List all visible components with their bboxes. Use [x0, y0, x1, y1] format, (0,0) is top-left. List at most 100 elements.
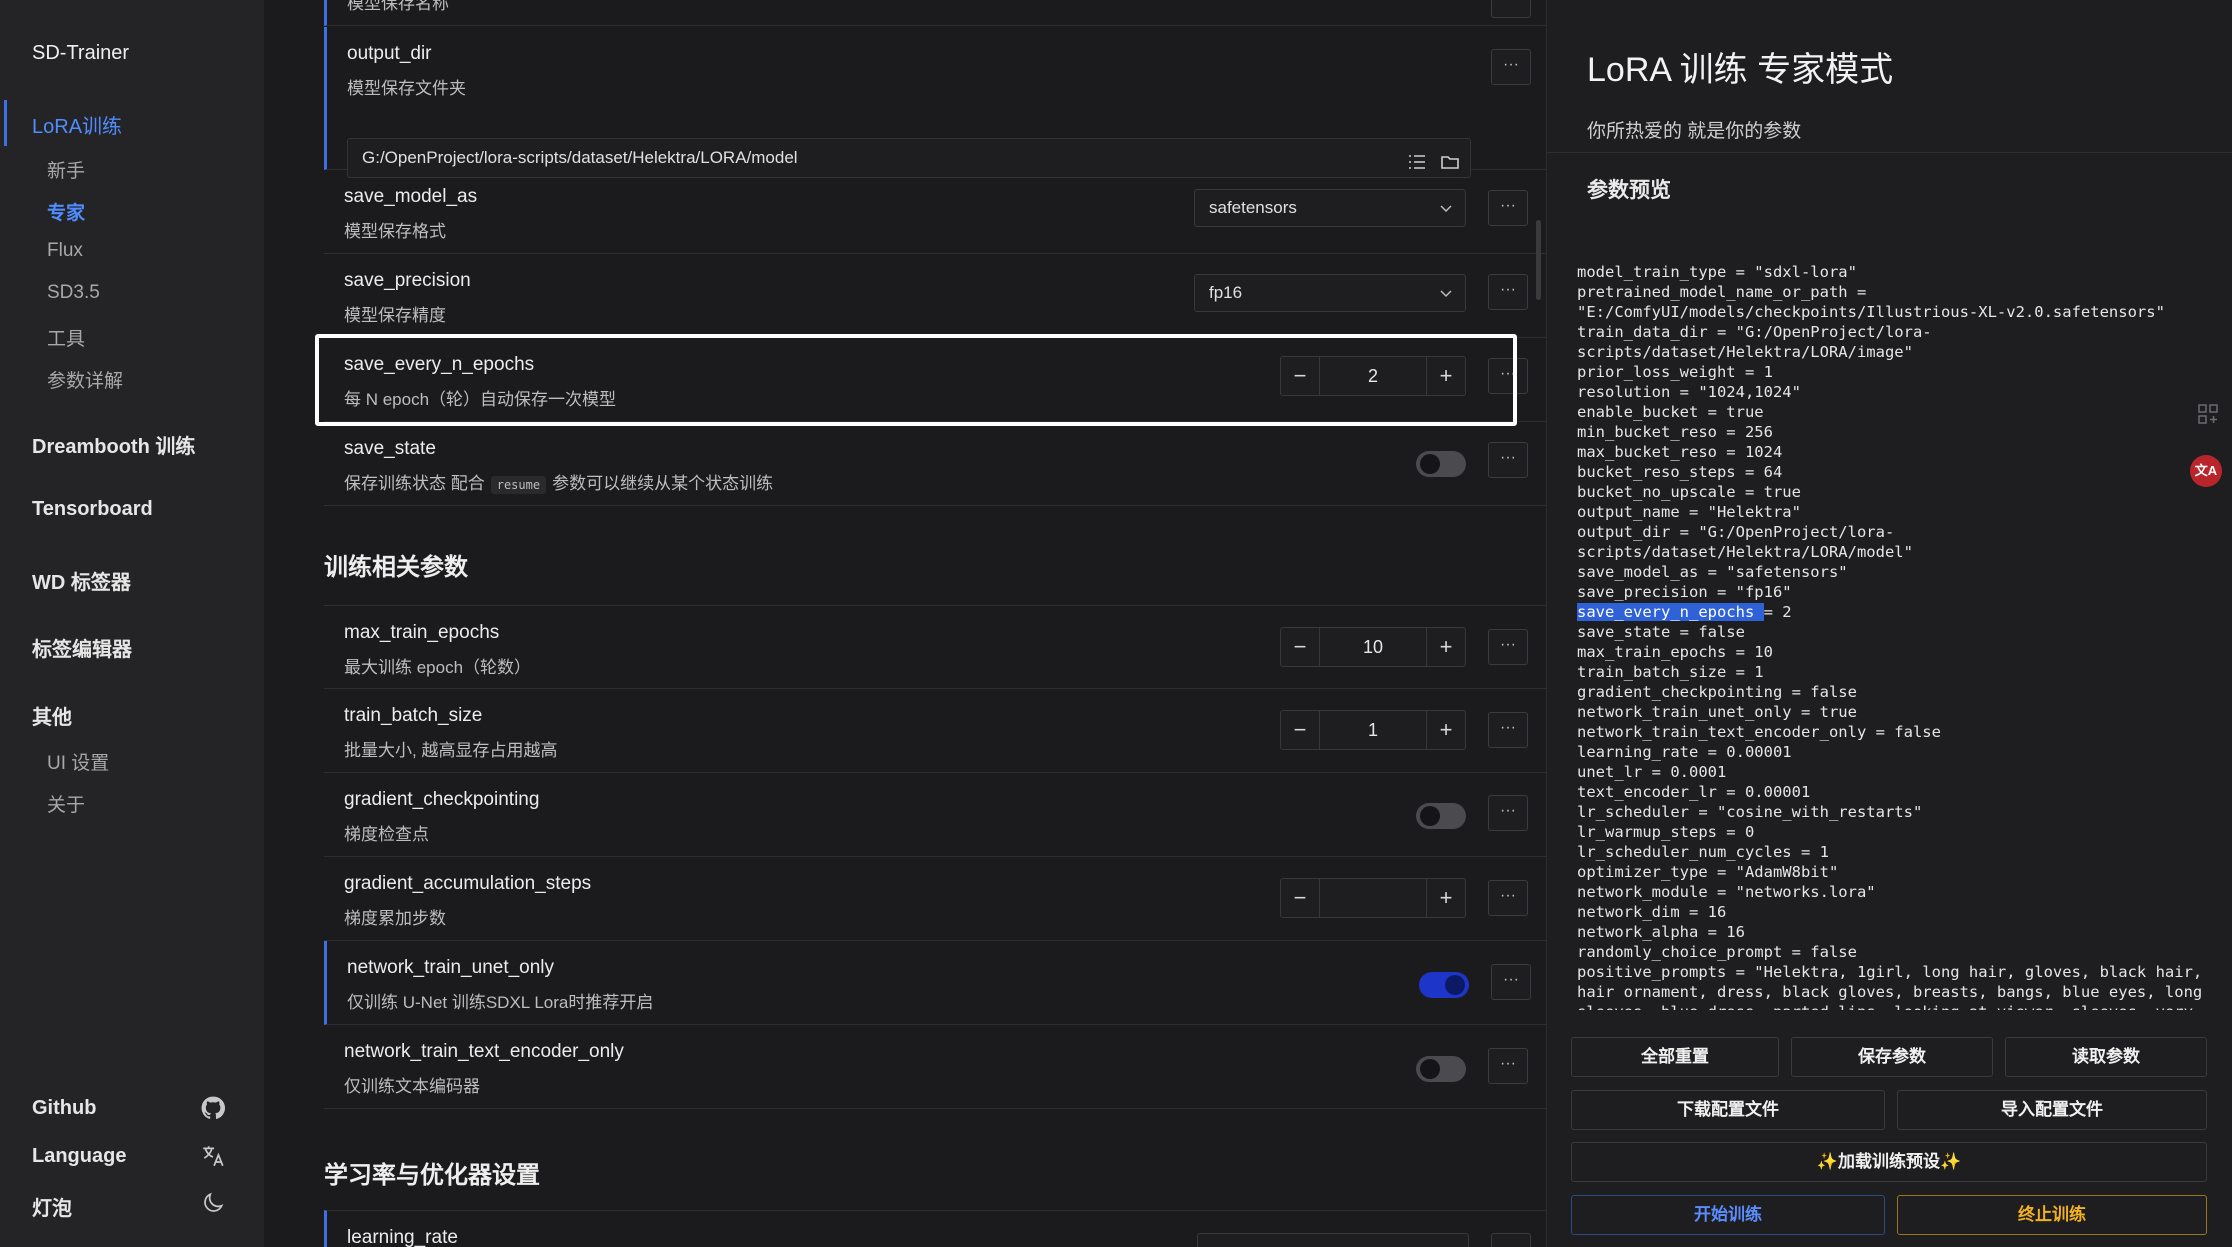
focus-highlight: [315, 334, 1517, 426]
param-desc: 梯度累加步数: [344, 909, 446, 928]
param-name: save_state: [344, 438, 436, 459]
train-batch-size-stepper[interactable]: − 1 +: [1280, 710, 1466, 750]
save-precision-select[interactable]: fp16: [1194, 274, 1466, 312]
start-training-button[interactable]: 开始训练: [1571, 1195, 1885, 1235]
more-button[interactable]: ···: [1488, 442, 1528, 478]
more-button[interactable]: ···: [1491, 0, 1531, 18]
code-highlight: save_every_n_epochs: [1577, 603, 1764, 621]
network-train-text-encoder-only-toggle[interactable]: [1416, 1056, 1466, 1082]
nav-tensorboard[interactable]: Tensorboard: [32, 498, 153, 521]
panel-title: LoRA 训练 专家模式: [1587, 51, 1894, 89]
param-row-train-batch-size: train_batch_size 批量大小, 越高显存占用越高 − 1 + ··…: [324, 689, 1546, 773]
chevron-down-icon: [1440, 290, 1452, 298]
load-preset-button[interactable]: ✨加载训练预设✨: [1571, 1142, 2207, 1182]
more-button[interactable]: ···: [1488, 795, 1528, 831]
more-button[interactable]: ···: [1488, 274, 1528, 310]
more-button[interactable]: ···: [1491, 964, 1531, 1000]
nav-lora-training[interactable]: LoRA训练: [32, 110, 122, 139]
main-content: 模型保存名称 ··· output_dir 模型保存文件夹 ··· G:/Ope…: [264, 0, 1546, 1247]
gradient-accumulation-steps-stepper[interactable]: − +: [1280, 878, 1466, 918]
increment-button[interactable]: +: [1426, 710, 1466, 750]
toggle-knob: [1420, 1059, 1440, 1079]
param-name: network_train_text_encoder_only: [344, 1041, 624, 1062]
toggle-knob: [1420, 806, 1440, 826]
panel-subtitle: 你所热爱的 就是你的参数: [1587, 121, 1802, 142]
param-row-output-name: 模型保存名称 ···: [324, 0, 1546, 26]
nav-other[interactable]: 其他: [32, 701, 72, 730]
nav-wd-tagger[interactable]: WD 标签器: [32, 566, 131, 595]
gradient-checkpointing-toggle[interactable]: [1416, 803, 1466, 829]
decrement-button[interactable]: −: [1280, 710, 1320, 750]
save-state-toggle[interactable]: [1416, 451, 1466, 477]
translate-icon[interactable]: [200, 1143, 226, 1169]
more-button[interactable]: ···: [1488, 712, 1528, 748]
select-value: fp16: [1209, 283, 1243, 302]
nav-item-flux[interactable]: Flux: [47, 240, 83, 262]
moon-icon[interactable]: [200, 1190, 226, 1216]
nav-dreambooth[interactable]: Dreambooth 训练: [32, 430, 195, 459]
increment-button[interactable]: +: [1426, 627, 1466, 667]
param-row-output-dir: output_dir 模型保存文件夹 ··· G:/OpenProject/lo…: [324, 27, 1546, 178]
param-desc: 仅训练文本编码器: [344, 1077, 480, 1096]
param-desc: 仅训练 U-Net 训练SDXL Lora时推荐开启: [347, 993, 654, 1012]
github-link[interactable]: Github: [32, 1097, 96, 1120]
language-switch[interactable]: Language: [32, 1145, 126, 1168]
max-train-epochs-stepper[interactable]: − 10 +: [1280, 627, 1466, 667]
theme-switch[interactable]: 灯泡: [32, 1192, 72, 1221]
param-row-max-train-epochs: max_train_epochs 最大训练 epoch（轮数） − 10 + ·…: [324, 605, 1546, 689]
param-row-learning-rate: learning_rate ···: [324, 1210, 1546, 1247]
stepper-value[interactable]: 1: [1320, 710, 1426, 750]
increment-button[interactable]: +: [1426, 878, 1466, 918]
nav-item-ui-settings[interactable]: UI 设置: [47, 748, 109, 775]
grid-add-icon[interactable]: [2196, 402, 2226, 432]
translate-badge-icon[interactable]: 文A: [2190, 455, 2222, 487]
params-preview-code[interactable]: model_train_type = "sdxl-lora" pretraine…: [1577, 262, 2207, 1010]
nav-tag-editor[interactable]: 标签编辑器: [32, 633, 132, 662]
reset-all-button[interactable]: 全部重置: [1571, 1037, 1779, 1077]
param-row-gradient-accumulation-steps: gradient_accumulation_steps 梯度累加步数 − + ·…: [324, 857, 1546, 941]
param-name: save_model_as: [344, 186, 478, 207]
import-config-button[interactable]: 导入配置文件: [1897, 1090, 2207, 1130]
param-name: save_precision: [344, 270, 471, 291]
toggle-knob: [1445, 975, 1465, 995]
sidebar: SD-Trainer LoRA训练 新手 专家 Flux SD3.5 工具 参数…: [0, 0, 264, 1247]
more-button[interactable]: ···: [1491, 1233, 1531, 1247]
more-button[interactable]: ···: [1491, 49, 1531, 85]
more-button[interactable]: ···: [1488, 190, 1528, 226]
nav-item-about[interactable]: 关于: [47, 790, 85, 817]
active-indicator: [4, 100, 7, 146]
divider: [1547, 152, 2232, 153]
nav-item-expert[interactable]: 专家: [47, 198, 85, 225]
list-icon[interactable]: [1407, 148, 1427, 169]
download-config-button[interactable]: 下载配置文件: [1571, 1090, 1885, 1130]
nav-item-param-details[interactable]: 参数详解: [47, 366, 123, 393]
nav-item-sd35[interactable]: SD3.5: [47, 282, 100, 304]
folder-icon[interactable]: [1440, 148, 1460, 169]
stepper-value[interactable]: 10: [1320, 627, 1426, 667]
decrement-button[interactable]: −: [1280, 627, 1320, 667]
nav-item-beginner[interactable]: 新手: [47, 156, 85, 183]
more-button[interactable]: ···: [1488, 629, 1528, 665]
app-brand[interactable]: SD-Trainer: [32, 42, 129, 65]
load-params-button[interactable]: 读取参数: [2005, 1037, 2207, 1077]
resume-code: resume: [490, 476, 547, 494]
stepper-value[interactable]: [1320, 878, 1426, 918]
save-params-button[interactable]: 保存参数: [1791, 1037, 1993, 1077]
param-desc: 保存训练状态 配合 resume 参数可以继续从某个状态训练: [344, 469, 773, 494]
decrement-button[interactable]: −: [1280, 878, 1320, 918]
learning-rate-input[interactable]: [1197, 1233, 1469, 1247]
param-desc: 批量大小, 越高显存占用越高: [344, 741, 558, 760]
code-text: model_train_type = "sdxl-lora" pretraine…: [1577, 263, 2165, 601]
github-icon[interactable]: [200, 1095, 226, 1121]
more-button[interactable]: ···: [1488, 880, 1528, 916]
main-scrollbar[interactable]: [1536, 220, 1541, 300]
more-button[interactable]: ···: [1488, 1048, 1528, 1084]
save-model-as-select[interactable]: safetensors: [1194, 189, 1466, 227]
param-row-network-train-unet-only: network_train_unet_only 仅训练 U-Net 训练SDXL…: [324, 941, 1546, 1025]
network-train-unet-only-toggle[interactable]: [1419, 972, 1469, 998]
stop-training-button[interactable]: 终止训练: [1897, 1195, 2207, 1235]
param-desc: 模型保存精度: [344, 306, 446, 325]
param-name: gradient_checkpointing: [344, 789, 540, 810]
code-text: = 2 save_state = false max_train_epochs …: [1577, 603, 2203, 1010]
nav-item-tools[interactable]: 工具: [47, 324, 85, 351]
